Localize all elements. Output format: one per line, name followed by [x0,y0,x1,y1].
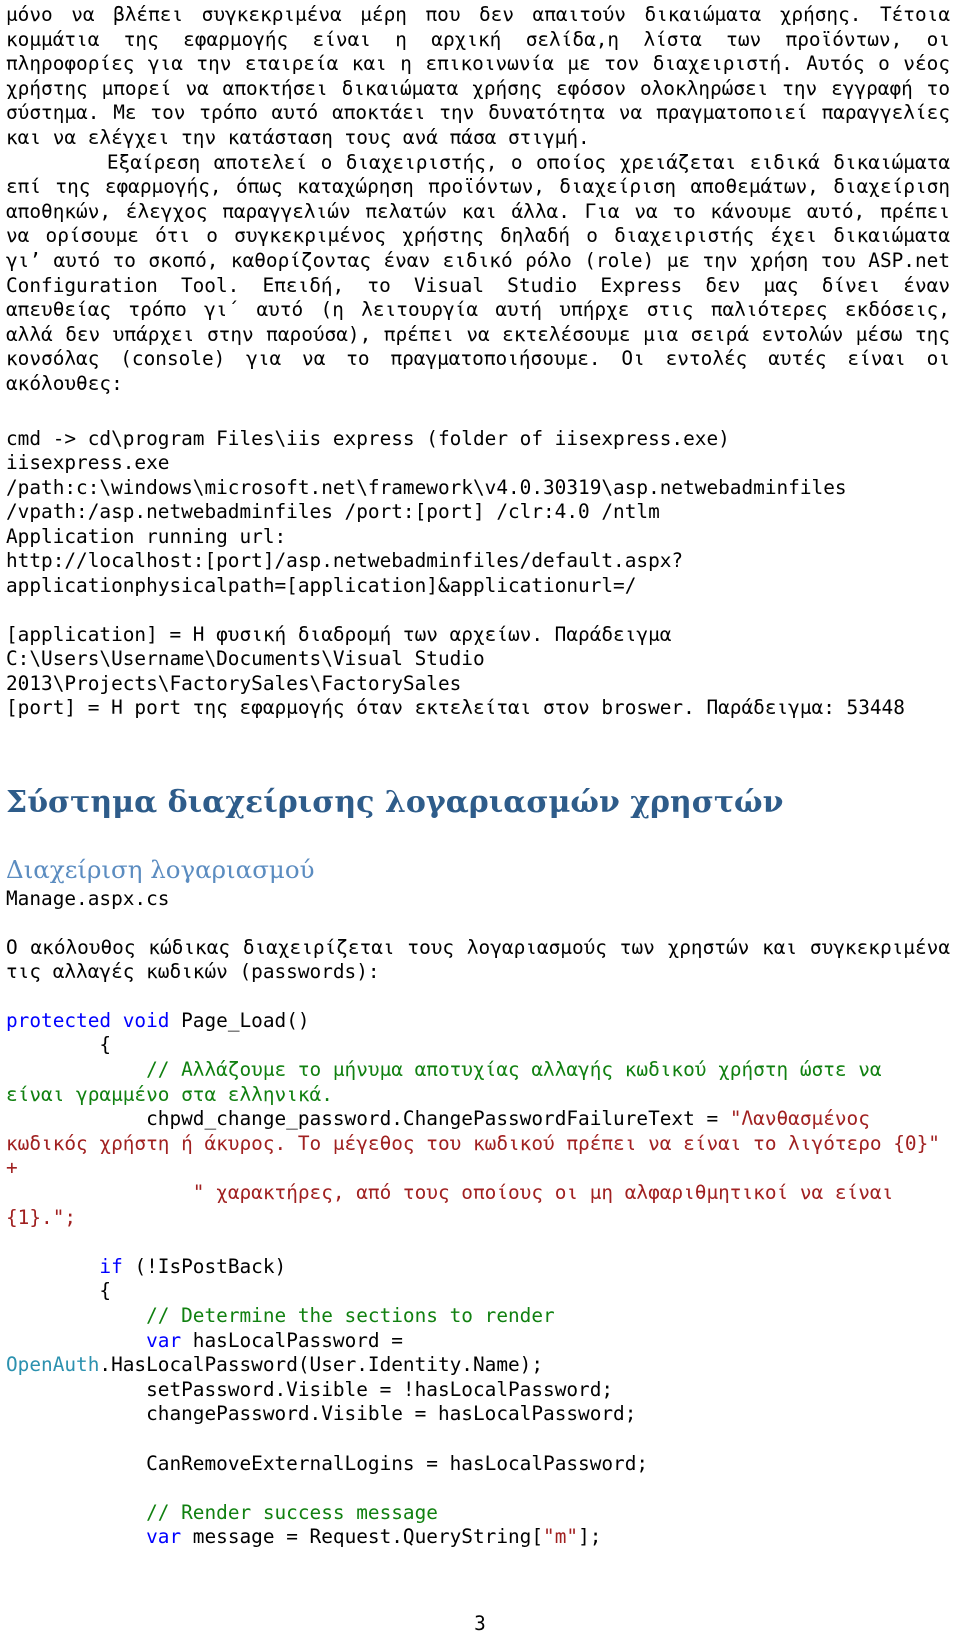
code-call-haslocalpassword: .HasLocalPassword(User.Identity.Name); [99,1353,544,1377]
code-keyword-if: if [99,1254,123,1278]
code-canremoveexternallogins: CanRemoveExternalLogins = hasLocalPasswo… [6,1451,649,1475]
document-page: μόνο να βλέπει συγκεκριμένα μέρη που δεν… [0,0,960,1646]
code-if-condition: (!IsPostBack) [122,1254,287,1278]
console-parameters-legend: [application] = Η φυσική διαδρομή των αρ… [6,622,905,720]
section-heading-user-account-system: Σύστημα διαχείρισης λογαριασμών χρηστών [6,785,784,821]
code-keyword-var-message: var [146,1525,182,1549]
code-listing-manage-aspx-cs: protected void Page_Load() { // Αλλάζουμ… [6,1009,950,1550]
code-open-brace-if: { [6,1279,112,1303]
code-querystring-close: ]; [578,1525,602,1549]
code-querystring-call: message = Request.QueryString[ [181,1525,544,1549]
code-statement-terminator: ; [64,1205,77,1229]
body-paragraph-continuation: μόνο να βλέπει συγκεκριμένα μέρη που δεν… [6,3,950,149]
source-file-description: Ο ακόλουθος κώδικας διαχειρίζεται τους λ… [6,935,950,984]
code-type-openauth: OpenAuth [6,1353,100,1377]
code-method-signature: Page_Load() [169,1008,310,1032]
code-comment-greek-message: // Αλλάζουμε το μήνυμα αποτυχίας αλλαγής… [6,1058,894,1106]
code-var-haslocalpassword: hasLocalPassword = [181,1328,415,1352]
code-comment-determine-sections: // Determine the sections to render [6,1303,555,1327]
code-comment-render-success: // Render success message [6,1500,438,1524]
code-string-querystring-key: "m" [543,1525,579,1549]
page-number: 3 [474,1612,486,1635]
console-commands-block: cmd -> cd\program Files\iis express (fol… [6,426,847,598]
code-changepassword-visible: changePassword.Visible = hasLocalPasswor… [6,1402,637,1426]
code-keyword-var: var [146,1328,182,1352]
body-paragraph-admin-rights: Εξαίρεση αποτελεί ο διαχειριστής, ο οποί… [6,150,950,395]
code-setpassword-visible: setPassword.Visible = !hasLocalPassword; [6,1377,614,1401]
subsection-heading-account-management: Διαχείριση λογαριασμού [6,855,315,885]
code-assignment-failuretext: chpwd_change_password.ChangePasswordFail… [6,1107,730,1131]
source-file-name: Manage.aspx.cs [6,887,170,911]
code-string-failure-message-part2: " χαρακτήρες, από τους οποίους οι μη αλφ… [6,1180,905,1229]
code-open-brace: { [6,1033,112,1057]
code-keyword: protected void [6,1008,170,1032]
